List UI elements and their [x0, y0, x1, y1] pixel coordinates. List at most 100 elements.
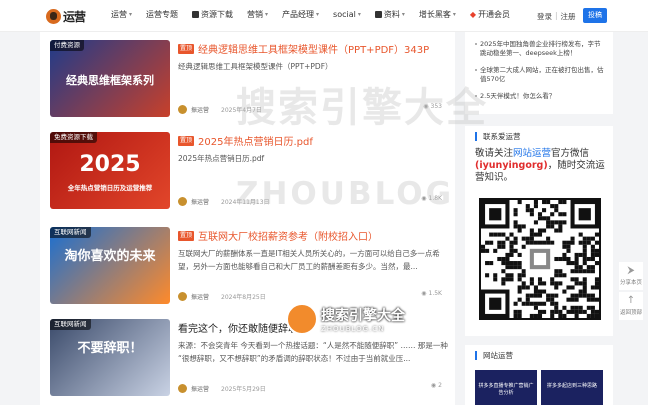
post-meta: 振运营 2025年4月7日 ◉ 353 — [178, 103, 450, 115]
post-title[interactable]: 置顶 互联网大厂校招薪资参考（附校招入口） — [178, 228, 378, 243]
thumbnail-text: 2025 — [79, 152, 141, 177]
author-name[interactable]: 振运营 — [191, 292, 209, 301]
sidebar-news-item[interactable]: 全球第二大成人网站，正在被打包出售，估值570亿 — [475, 66, 607, 84]
thumbnail-tag: 免费资源下载 — [50, 132, 97, 143]
thumbnail-subtext: 全年热点营销日历及运营推荐 — [67, 184, 153, 192]
nav-item-icon — [192, 11, 200, 18]
eye-icon: ◉ — [421, 195, 427, 202]
ops-heading: 网站运营 — [475, 351, 513, 360]
nav-item[interactable]: 营销 ▾ — [247, 9, 268, 20]
back-to-top-button[interactable]: ↑ 返回顶部 — [619, 292, 643, 320]
logo-text: 运营 — [63, 10, 86, 24]
author-name[interactable]: 振运营 — [191, 384, 209, 393]
follow-brand-link[interactable]: 网站运营 — [513, 148, 551, 159]
share-label: 分享本页 — [619, 280, 642, 286]
post-thumbnail[interactable]: 付费资源 经典思维框架系列 — [50, 40, 170, 117]
post-feed: 付费资源 经典思维框架系列 置顶 经典逻辑思维工具框架模型课件（PPT+PDF）343… — [40, 32, 455, 405]
nav-item-label: 营销 — [247, 10, 264, 19]
post-meta: 振运营 2024年11月13日 ◉ 1.8K — [178, 195, 450, 207]
post-thumbnail[interactable]: 互联网新闻 不要辞职！ — [50, 319, 170, 396]
post-excerpt: 2025年热点营销日历.pdf — [178, 154, 265, 163]
submit-post-button[interactable]: 投稿 — [583, 8, 607, 23]
nav-item-label: 资源下载 — [201, 10, 234, 19]
sidebar-news-item[interactable]: 2025年中国独角兽企业排行榜发布，字节跳动稳坐第一、deepseek上榜！ — [475, 40, 607, 58]
back-to-top-label: 返回顶部 — [619, 310, 642, 316]
vip-diamond-icon: ◆ — [469, 10, 477, 19]
nav-item[interactable]: 运营专题 — [146, 9, 178, 20]
post-title[interactable]: 看完这个，你还敢随便辞职吗？ — [178, 320, 318, 335]
nav-item[interactable]: 增长黑客 ▾ — [419, 9, 456, 20]
post-thumbnail[interactable]: 免费资源下载 2025 全年热点营销日历及运营推荐 — [50, 132, 170, 209]
post-item[interactable]: 互联网新闻 不要辞职！ 看完这个，你还敢随便辞职吗？ 来源：不会突青年 今天看到一个热… — [50, 319, 450, 399]
nav-item[interactable]: 资源下载 — [192, 9, 233, 20]
post-item[interactable]: 免费资源下载 2025 全年热点营销日历及运营推荐 置顶 2025年热点营销日历.pdf… — [50, 132, 450, 212]
follow-text: 敬请关注网站运营官方微信 (iyunyingorg)，随时交流运营知识。 — [475, 148, 607, 184]
follow-text-1: 敬请关注 — [475, 148, 514, 159]
post-meta: 振运营 2024年8月25日 ◉ 1.5K — [178, 290, 450, 302]
ops-card[interactable]: 拼多多起店到三种思路 — [541, 370, 603, 405]
post-title-text: 经典逻辑思维工具框架模型课件（PPT+PDF）343P — [198, 45, 430, 56]
view-count: ◉ 1.5K — [421, 290, 442, 297]
nav-item[interactable]: 资料 ▾ — [374, 9, 405, 20]
thumbnail-tag: 互联网新闻 — [50, 227, 91, 238]
avatar[interactable] — [178, 196, 187, 206]
chevron-down-icon: ▾ — [129, 11, 133, 18]
avatar[interactable] — [178, 291, 187, 301]
nav-item[interactable]: social ▾ — [333, 9, 361, 20]
nav-item-label: 产品经理 — [282, 10, 315, 19]
post-excerpt: 经典逻辑思维工具框架模型课件（PPT+PDF） — [178, 62, 333, 71]
post-title[interactable]: 置顶 2025年热点营销日历.pdf — [178, 133, 313, 148]
view-count-value: 1.5K — [428, 290, 442, 297]
auth-links: 登录 | 注册 — [537, 11, 576, 22]
view-count: ◉ 1.8K — [421, 195, 442, 202]
wechat-qr-code — [479, 198, 601, 320]
thumbnail-text: 经典思维框架系列 — [66, 74, 154, 87]
view-count: ◉ 2 — [431, 382, 442, 389]
chevron-down-icon: ▾ — [401, 11, 405, 18]
eye-icon: ◉ — [430, 382, 437, 389]
nav-item-icon — [374, 11, 382, 18]
follow-heading: 联系爱运营 — [475, 132, 521, 141]
nav-item-label: 运营专题 — [146, 10, 179, 19]
post-excerpt: 来源：不会突青年 今天看到一个热搜话题：“人是然不能随便辞职” …… 那是一种 … — [178, 341, 448, 363]
post-meta: 振运营 2025年5月29日 ◉ 2 — [178, 382, 450, 394]
chevron-down-icon: ▾ — [357, 11, 361, 18]
post-title-text: 2025年热点营销日历.pdf — [198, 137, 313, 148]
post-date: 2024年11月13日 — [221, 198, 270, 206]
ops-card[interactable]: 拼多多直播专推广营销广告分析 — [475, 370, 537, 405]
sidebar-ops: 网站运营 拼多多直播专推广营销广告分析 拼多多起店到三种思路 — [465, 345, 613, 405]
register-link[interactable]: 注册 — [561, 11, 576, 22]
nav-item[interactable]: ◆ 开通会员 — [470, 9, 510, 20]
avatar[interactable] — [178, 383, 187, 393]
site-logo[interactable]: 运营 — [46, 7, 96, 26]
thumbnail-text: 淘你喜欢的未来 — [64, 249, 156, 264]
view-count-value: 353 — [430, 103, 442, 110]
pinned-badge: 置顶 — [178, 43, 195, 54]
nav-item[interactable]: 产品经理 ▾ — [282, 9, 319, 20]
post-date: 2025年4月7日 — [221, 106, 262, 114]
post-thumbnail[interactable]: 互联网新闻淘你喜欢的未来 — [50, 227, 170, 304]
sidebar-news-item[interactable]: 2.5天伴模式！你怎么看？ — [475, 92, 607, 101]
logo-mascot-icon — [46, 9, 61, 24]
login-link[interactable]: 登录 — [537, 11, 552, 22]
eye-icon: ◉ — [421, 290, 427, 297]
view-count-value: 2 — [438, 382, 442, 389]
post-title[interactable]: 置顶 经典逻辑思维工具框架模型课件（PPT+PDF）343P — [178, 41, 429, 56]
author-name[interactable]: 振运营 — [191, 105, 209, 114]
post-item[interactable]: 互联网新闻 淘你喜欢的未来 置顶 互联网大厂校招薪资参考（附校招入口） 互联网大厂的薪酬… — [50, 227, 450, 307]
nav-item[interactable]: 运营 ▾ — [111, 9, 132, 20]
share-button[interactable]: ⮞ 分享本页 — [619, 262, 643, 290]
qr-code-graphic — [481, 200, 599, 318]
author-name[interactable]: 振运营 — [191, 197, 209, 206]
chevron-down-icon: ▾ — [452, 11, 456, 18]
top-header: 运营 运营 ▾ 运营专题 资源下载 营销 ▾ 产品经理 ▾ social ▾ 资料 ▾ 增长黑客 ▾ ◆ 开通… — [0, 0, 648, 32]
post-item[interactable]: 付费资源 经典思维框架系列 置顶 经典逻辑思维工具框架模型课件（PPT+PDF）343… — [50, 40, 450, 120]
eye-icon: ◉ — [423, 103, 429, 110]
avatar[interactable] — [178, 104, 187, 114]
arrow-up-icon: ↑ — [626, 295, 636, 306]
post-title-text: 看完这个，你还敢随便辞职吗？ — [178, 324, 318, 335]
chevron-down-icon: ▾ — [265, 11, 269, 18]
thumbnail-text: 不要辞职！ — [77, 341, 143, 356]
view-count: ◉ 353 — [423, 103, 442, 110]
chevron-down-icon: ▾ — [316, 11, 320, 18]
